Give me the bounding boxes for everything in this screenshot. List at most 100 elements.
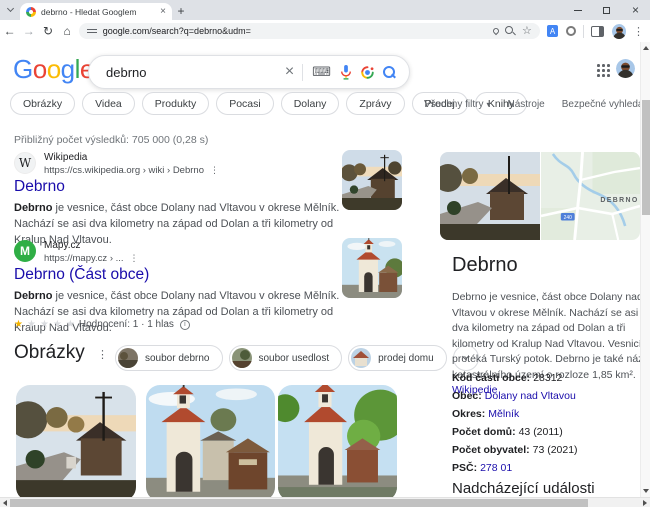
result-thumbnail[interactable] — [342, 150, 402, 210]
extension-icon[interactable] — [566, 26, 577, 36]
zoom-icon[interactable] — [504, 25, 516, 37]
filter-chip-pocasi[interactable]: Pocasi — [216, 92, 274, 115]
psc-link[interactable]: 278 01 — [480, 462, 512, 474]
tools-button[interactable]: Nástroje — [507, 99, 544, 110]
image-chips: soubor debrno soubor usedlost prodej dom… — [115, 345, 479, 371]
chip-thumbnail — [118, 348, 138, 368]
upcoming-events-title: Nadcházející události — [452, 480, 595, 497]
result-menu-icon[interactable]: ⋮ — [210, 165, 219, 176]
image-result-1[interactable] — [16, 385, 136, 497]
account-avatar[interactable] — [616, 59, 635, 78]
image-chip-soubor-debrno[interactable]: soubor debrno — [115, 345, 223, 371]
chip-thumbnail — [231, 348, 252, 368]
result-thumbnail[interactable] — [342, 238, 402, 298]
close-window-button[interactable]: × — [621, 0, 650, 20]
road-badge-number: 240 — [564, 215, 572, 221]
fact-pocet-domu: Počet domů: 43 (2011) — [452, 426, 563, 438]
filter-chip-produkty[interactable]: Produkty — [141, 92, 210, 115]
search-button-icon[interactable] — [383, 65, 396, 79]
forward-button[interactable]: → — [19, 24, 38, 38]
scroll-down-icon[interactable] — [643, 489, 649, 493]
source-name[interactable]: Wikipedia — [44, 152, 219, 163]
location-icon[interactable] — [491, 26, 501, 36]
source-breadcrumb[interactable]: https://cs.wikipedia.org › wiki › Debrno — [44, 165, 204, 176]
toolbar-divider — [583, 24, 585, 38]
knowledge-panel-title: Debrno — [452, 254, 518, 276]
url-text[interactable]: google.com/search?q=debrno&udm= — [103, 26, 487, 36]
voice-search-icon[interactable] — [340, 64, 352, 80]
fact-pocet-obyvatel: Počet obyvatel: 73 (2021) — [452, 444, 578, 456]
filter-links: Všechny filtry ▾ Nástroje Bezpečné vyhled… — [424, 99, 640, 110]
search-query-text[interactable]: debrno — [106, 65, 285, 80]
result-title-link[interactable]: Debrno (Část obce) — [14, 266, 149, 284]
keyboard-icon[interactable]: ⌨ — [312, 64, 331, 80]
scroll-up-icon[interactable] — [643, 46, 649, 50]
window-controls: × — [563, 0, 650, 20]
star-icon: ★ — [52, 319, 63, 330]
vertical-scrollbar-thumb[interactable] — [642, 100, 650, 215]
horizontal-scrollbar[interactable] — [0, 497, 650, 507]
address-bar[interactable]: google.com/search?q=debrno&udm= ☆ — [78, 23, 540, 39]
image-result-2[interactable] — [146, 385, 275, 497]
result-title-link[interactable]: Debrno — [14, 178, 65, 196]
okres-link[interactable]: Mělník — [488, 408, 519, 420]
filter-chip-dolany[interactable]: Dolany — [280, 92, 340, 115]
search-input[interactable]: debrno × ⌨ — [88, 55, 410, 89]
knowledge-panel-photo[interactable] — [440, 152, 540, 240]
result-source: Wikipedia https://cs.wikipedia.org › wik… — [44, 152, 219, 176]
back-button[interactable]: ← — [0, 24, 19, 38]
filter-chip-videa[interactable]: Videa — [82, 92, 135, 115]
vertical-scrollbar[interactable] — [640, 42, 650, 497]
caret-down-icon: ▾ — [486, 100, 491, 109]
tab-close-icon[interactable]: × — [160, 6, 166, 17]
map-place-label: DEBRNO — [600, 197, 638, 204]
page-content: Google debrno × ⌨ Obrázky Videa Produkty… — [0, 42, 640, 497]
new-tab-button[interactable]: + — [172, 2, 190, 20]
chevron-down-icon — [6, 4, 14, 13]
google-lens-icon[interactable] — [361, 65, 374, 79]
star-icon: ★ — [26, 319, 37, 330]
google-apps-icon[interactable] — [597, 64, 610, 77]
wikipedia-favicon: W — [14, 152, 36, 174]
source-breadcrumb[interactable]: https://mapy.cz › ... — [44, 253, 124, 264]
site-settings-icon[interactable] — [86, 27, 97, 35]
obec-link[interactable]: Dolany nad Vltavou — [485, 390, 576, 402]
bookmark-star-icon[interactable]: ☆ — [522, 25, 532, 37]
avatar-image — [616, 59, 635, 78]
result-stats: Přibližný počet výsledků: 705 000 (0,28 … — [14, 134, 209, 146]
maximize-icon — [603, 6, 610, 14]
home-button[interactable]: ⌂ — [58, 24, 77, 38]
safe-search-button[interactable]: Bezpečné vyhledávání — [562, 99, 640, 110]
clear-search-icon[interactable]: × — [285, 63, 294, 81]
image-result-3[interactable] — [278, 385, 397, 497]
result-menu-icon[interactable]: ⋮ — [130, 253, 139, 264]
fact-kod-casti-obce: Kód části obce: 28312 — [452, 372, 563, 384]
source-name[interactable]: Mapy.cz — [44, 240, 139, 251]
filter-chip-obrazky[interactable]: Obrázky — [10, 92, 76, 115]
maximize-button[interactable] — [592, 0, 621, 20]
result-source: Mapy.cz https://mapy.cz › ... ⋮ — [44, 240, 139, 264]
minimize-button[interactable] — [563, 0, 592, 20]
reload-button[interactable]: ↻ — [38, 24, 57, 38]
info-icon[interactable]: i — [179, 319, 190, 330]
translate-extension-icon[interactable]: A — [546, 25, 559, 37]
knowledge-panel-map[interactable]: DEBRNO 240 — [541, 152, 640, 240]
image-chip-prodej-domu[interactable]: prodej domu — [348, 345, 447, 371]
scroll-left-icon[interactable] — [3, 500, 7, 506]
all-filters-button[interactable]: Všechny filtry ▾ — [424, 99, 490, 110]
image-chip-soubor-usedlost[interactable]: soubor usedlost — [228, 345, 343, 371]
star-icon: ★ — [39, 319, 50, 330]
browser-tab[interactable]: debrno - Hledat Googlem × — [20, 3, 172, 20]
images-section-title: Obrázky — [14, 342, 85, 363]
browser-menu-icon[interactable]: ⋮ — [633, 25, 644, 38]
browser-toolbar: ← → ↻ ⌂ google.com/search?q=debrno&udm= … — [0, 20, 650, 42]
horizontal-scrollbar-thumb[interactable] — [10, 499, 588, 507]
google-logo[interactable]: Google — [13, 54, 94, 85]
browser-profile-avatar[interactable] — [611, 23, 626, 39]
filter-chip-zpravy[interactable]: Zprávy — [346, 92, 405, 115]
tab-search-button[interactable] — [0, 0, 20, 20]
tab-title: debrno - Hledat Googlem — [41, 6, 137, 17]
images-menu-icon[interactable]: ⋮ — [97, 348, 108, 361]
scroll-right-icon[interactable] — [643, 500, 647, 506]
side-panel-icon[interactable] — [591, 25, 604, 37]
